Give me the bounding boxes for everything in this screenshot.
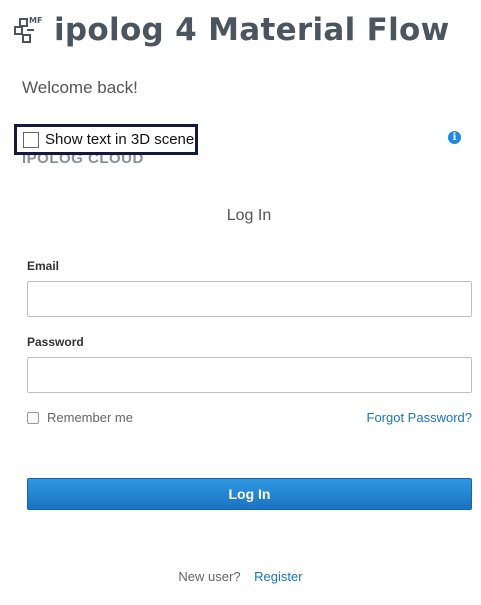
welcome-message: Welcome back! xyxy=(22,78,138,97)
login-button[interactable]: Log In xyxy=(27,478,472,510)
info-icon[interactable]: i xyxy=(448,131,461,144)
remember-me-box[interactable] xyxy=(27,411,39,424)
new-user-text: New user? xyxy=(178,569,241,584)
show-3d-text-label: Show text in 3D scene xyxy=(45,131,195,148)
logo-badge: MF xyxy=(29,16,43,25)
app-header: MF ipolog 4 Material Flow xyxy=(14,10,450,50)
password-field[interactable] xyxy=(27,357,472,393)
forgot-password-link[interactable]: Forgot Password? xyxy=(367,410,473,425)
email-label: Email xyxy=(27,259,60,273)
checkbox-box[interactable] xyxy=(23,131,39,148)
register-link[interactable]: Register xyxy=(254,569,302,584)
remember-me-label: Remember me xyxy=(47,410,133,425)
password-label: Password xyxy=(27,335,84,349)
remember-me-checkbox[interactable]: Remember me xyxy=(27,410,133,425)
register-row: New user? Register xyxy=(0,569,481,584)
ipolog-mf-logo-icon: MF xyxy=(14,14,46,46)
email-field[interactable] xyxy=(27,281,472,317)
login-heading: Log In xyxy=(226,207,272,224)
show-3d-text-checkbox[interactable]: Show text in 3D scene xyxy=(14,124,198,155)
app-title: ipolog 4 Material Flow xyxy=(54,12,450,48)
